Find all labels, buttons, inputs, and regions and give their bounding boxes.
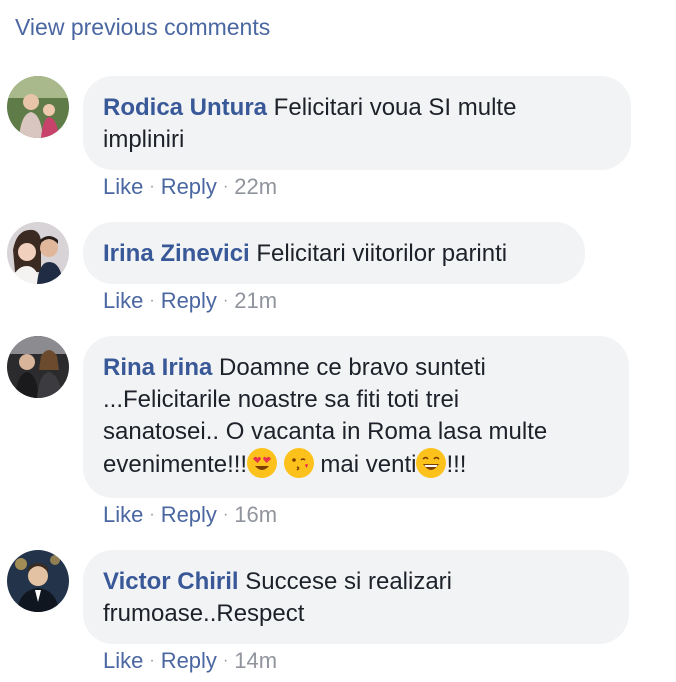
comment-author[interactable]: Rina Irina (103, 354, 212, 381)
comment-text: Felicitari voua SI multe (267, 94, 517, 121)
comment-text: sanatosei.. O vacanta in Roma lasa multe (103, 418, 548, 445)
comment-text: Succese si realizari (238, 568, 453, 595)
comment-bubble: Victor Chiril Succese si realizari frumo… (83, 550, 629, 644)
comment-author[interactable]: Irina Zinevici (103, 240, 250, 267)
separator: · (149, 652, 155, 669)
comment-bubble: Rina Irina Doamne ce bravo sunteti ...Fe… (83, 336, 629, 498)
comment-timestamp[interactable]: 14m (234, 648, 277, 673)
view-previous-comments-link[interactable]: View previous comments (15, 14, 270, 41)
separator: · (222, 652, 229, 669)
comment-bubble: Irina Zinevici Felicitari viitorilor par… (83, 222, 585, 284)
separator: · (149, 506, 155, 523)
comment-text: evenimente!!! (103, 451, 248, 478)
comment-timestamp[interactable]: 16m (234, 502, 277, 527)
heart-eyes-emoji-icon (247, 448, 278, 478)
separator: · (149, 292, 155, 309)
comment-timestamp[interactable]: 22m (234, 174, 277, 199)
avatar-irina-zinevici[interactable] (7, 222, 69, 284)
reply-link[interactable]: Reply (161, 288, 217, 313)
avatar-rodica-untura[interactable] (7, 76, 69, 138)
grinning-emoji-icon (416, 448, 447, 478)
comment-author[interactable]: Rodica Untura (103, 94, 267, 121)
comment-text: mai venti (313, 451, 417, 478)
like-link[interactable]: Like (103, 174, 143, 199)
separator: · (222, 506, 229, 523)
comment-text: ...Felicitarile noastre sa fiti toti tre… (103, 386, 460, 413)
kissing-emoji-icon (283, 448, 314, 478)
comment-actions: Like · Reply · 16m (103, 502, 277, 528)
like-link[interactable]: Like (103, 648, 143, 673)
comment-text: !!! (446, 451, 467, 478)
separator: · (222, 292, 229, 309)
comment-actions: Like · Reply · 22m (103, 174, 277, 200)
avatar-rina-irina[interactable] (7, 336, 69, 398)
reply-link[interactable]: Reply (161, 648, 217, 673)
comment-timestamp[interactable]: 21m (234, 288, 277, 313)
comment-text: Felicitari viitorilor parinti (249, 240, 508, 267)
separator: · (222, 178, 229, 195)
comment-text: frumoase..Respect (103, 600, 305, 627)
reply-link[interactable]: Reply (161, 174, 217, 199)
like-link[interactable]: Like (103, 288, 143, 313)
comment-author[interactable]: Victor Chiril (103, 568, 239, 595)
comment-text: impliniri (103, 126, 185, 153)
comment-actions: Like · Reply · 21m (103, 288, 277, 314)
comment-actions: Like · Reply · 14m (103, 648, 277, 674)
separator: · (149, 178, 155, 195)
comment-bubble: Rodica Untura Felicitari voua SI multe i… (83, 76, 631, 170)
avatar-victor-chiril[interactable] (7, 550, 69, 612)
comment-text: Doamne ce bravo sunteti (212, 354, 486, 381)
reply-link[interactable]: Reply (161, 502, 217, 527)
like-link[interactable]: Like (103, 502, 143, 527)
